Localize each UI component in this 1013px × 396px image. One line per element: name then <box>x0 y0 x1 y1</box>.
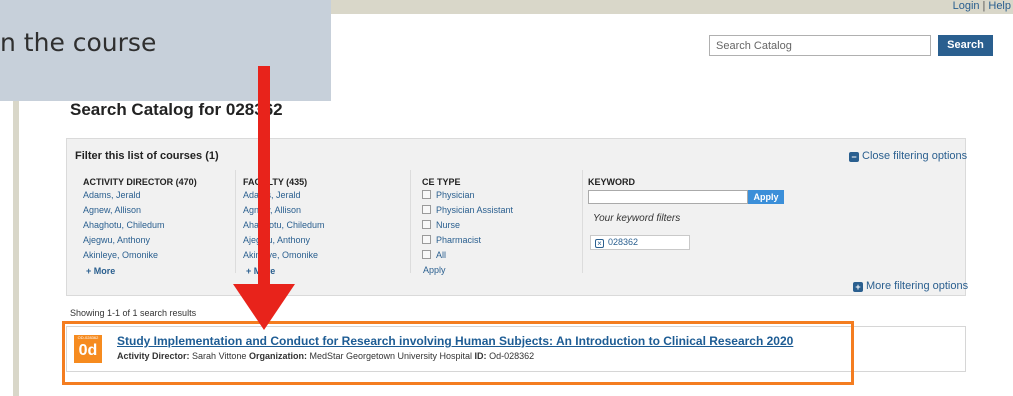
arrow-shaft <box>258 66 270 292</box>
arrow-head <box>233 284 295 330</box>
annotation-arrow <box>233 66 295 330</box>
